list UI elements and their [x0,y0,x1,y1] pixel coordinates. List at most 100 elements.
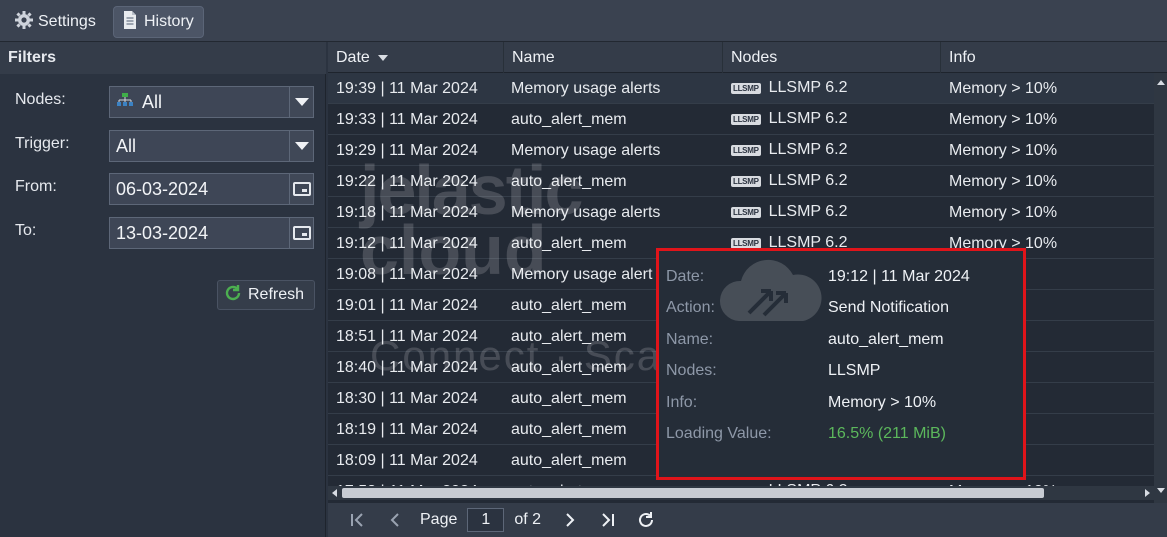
tooltip-date-key: Date: [666,268,705,285]
chevron-down-icon[interactable] [289,87,313,117]
row-nodes-label: LLSMP 6.2 [768,172,848,189]
row-date-cell: 19:18 | 11 Mar 2024 [336,204,478,221]
tooltip-info-row: Info: Memory > 10% [666,394,1026,418]
tooltip-name-value: auto_alert_mem [828,331,944,348]
page-of-label: of 2 [514,511,542,528]
column-info-header[interactable]: Info [941,42,1167,73]
to-date-field[interactable]: 13-03-2024 [109,217,314,249]
history-tab[interactable]: History [113,6,204,38]
row-nodes-label: LLSMP 6.2 [768,141,848,158]
row-date-cell: 18:30 | 11 Mar 2024 [336,390,478,407]
row-date-cell: 19:39 | 11 Mar 2024 [336,80,478,97]
to-label: To: [15,222,37,239]
calendar-icon[interactable] [289,218,313,248]
table-row[interactable]: 19:39 | 11 Mar 2024 Memory usage alerts LL… [328,73,1154,104]
tooltip-action-row: Action: Send Notification [666,299,1026,323]
row-details-tooltip: Date: 19:12 | 11 Mar 2024 Action: Send N… [656,248,1026,480]
row-name-cell: Memory usage alerts [511,80,661,97]
tooltip-date-row: Date: 19:12 | 11 Mar 2024 [666,268,1026,292]
trigger-value: All [116,135,137,156]
row-date-cell: 18:51 | 11 Mar 2024 [336,328,478,345]
tooltip-info-value: Memory > 10% [828,394,937,411]
trigger-label: Trigger: [15,135,70,152]
llsmp-icon: LLSMP [731,237,761,249]
scroll-thumb[interactable] [342,488,1044,498]
last-page-button[interactable] [591,505,625,535]
from-date-field[interactable]: 06-03-2024 [109,173,314,205]
trigger-select[interactable]: All [109,130,314,162]
row-date-cell: 19:22 | 11 Mar 2024 [336,173,478,190]
nodes-select[interactable]: All [109,86,314,118]
row-name-cell: Memory usage alerts [511,204,661,221]
from-label: From: [15,178,57,195]
tooltip-date-value: 19:12 | 11 Mar 2024 [828,268,970,285]
filters-panel: Filters Nodes: All Trigger: All From: 06… [0,42,326,537]
tooltip-name-row: Name: auto_alert_mem [666,331,1026,355]
row-name-cell: Memory usage alerts [511,142,661,159]
column-nodes-header[interactable]: Nodes [723,42,941,73]
sort-desc-icon [377,54,388,61]
vertical-scrollbar[interactable] [1154,73,1167,503]
row-info-cell: Memory > 10% [949,204,1058,221]
reload-icon [639,512,654,527]
column-nodes-label: Nodes [731,49,778,66]
row-nodes-cell: LLSMP LLSMP 6.2 [723,166,941,196]
row-date-cell: 18:09 | 11 Mar 2024 [336,452,478,469]
chevron-down-icon[interactable] [289,131,313,161]
page-number-input[interactable]: 1 [467,508,505,532]
refresh-button[interactable]: Refresh [217,280,315,310]
scroll-up-icon[interactable] [1157,80,1165,85]
row-date-cell: 18:19 | 11 Mar 2024 [336,421,478,438]
prev-page-button[interactable] [378,505,412,535]
scroll-right-icon[interactable] [1145,489,1150,497]
row-date-cell: 19:33 | 11 Mar 2024 [336,111,478,128]
row-nodes-label: LLSMP 6.2 [768,203,848,220]
row-name-cell: auto_alert_mem [511,111,627,128]
scroll-down-icon[interactable] [1157,488,1165,493]
top-toolbar: Settings History [0,0,1167,42]
table-row[interactable]: 19:18 | 11 Mar 2024 Memory usage alerts LL… [328,197,1154,228]
row-date-cell: 18:40 | 11 Mar 2024 [336,359,478,376]
first-page-button[interactable] [340,505,374,535]
tooltip-name-key: Name: [666,331,714,348]
row-info-cell: Memory > 10% [949,173,1058,190]
last-page-icon [602,513,615,527]
tooltip-nodes-value: LLSMP [828,362,881,379]
row-nodes-label: LLSMP 6.2 [768,110,848,127]
column-date-header[interactable]: Date [328,42,504,73]
table-row[interactable]: 19:29 | 11 Mar 2024 Memory usage alerts LL… [328,135,1154,166]
tooltip-nodes-key: Nodes: [666,362,717,379]
row-nodes-cell: LLSMP LLSMP 6.2 [723,73,941,103]
column-name-header[interactable]: Name [504,42,723,73]
row-nodes-cell: LLSMP LLSMP 6.2 [723,104,941,134]
row-name-cell: auto_alert_mem [511,173,627,190]
row-date-cell: 19:01 | 11 Mar 2024 [336,297,478,314]
reload-button[interactable] [629,505,663,535]
row-nodes-cell: LLSMP LLSMP 6.2 [723,135,941,165]
from-date-value: 06-03-2024 [116,178,209,199]
table-row[interactable]: 19:33 | 11 Mar 2024 auto_alert_mem LLSMP LL… [328,104,1154,135]
llsmp-icon: LLSMP [731,175,761,187]
refresh-label: Refresh [248,286,305,303]
tooltip-action-value: Send Notification [828,299,949,316]
page-label: Page [420,511,458,528]
first-page-icon [351,513,363,527]
cloud-watermark-icon [719,259,822,321]
gear-icon [14,10,34,35]
scroll-left-icon[interactable] [332,489,337,497]
document-icon [120,10,140,35]
row-info-cell: Memory > 10% [949,142,1058,159]
horizontal-scrollbar[interactable] [328,486,1154,500]
settings-tab[interactable]: Settings [8,6,103,38]
refresh-icon [223,283,243,308]
llsmp-icon: LLSMP [731,144,761,156]
row-info-cell: Memory > 10% [949,111,1058,128]
row-date-cell: 19:12 | 11 Mar 2024 [336,235,478,252]
next-page-button[interactable] [553,505,587,535]
nodes-value: All [142,91,163,112]
llsmp-icon: LLSMP [731,113,761,125]
settings-label: Settings [38,13,96,30]
calendar-icon[interactable] [289,174,313,204]
table-row[interactable]: 19:22 | 11 Mar 2024 auto_alert_mem LLSMP LL… [328,166,1154,197]
row-nodes-label: LLSMP 6.2 [768,79,848,96]
